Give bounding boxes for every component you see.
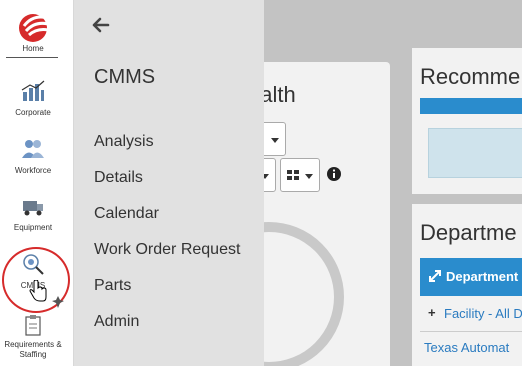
menu-item-admin[interactable]: Admin xyxy=(94,310,240,346)
truck-icon xyxy=(23,201,43,216)
table-header-label: Department xyxy=(446,269,519,284)
cmms-flyout-menu: CMMS Analysis Details Calendar Work Orde… xyxy=(74,0,264,366)
rail-item-label: Requirements & Staffing xyxy=(4,340,62,359)
recommendations-header-bar xyxy=(420,98,522,114)
health-card: ealth w xyxy=(264,62,390,366)
rail-item-label: Corporate xyxy=(15,108,51,117)
back-arrow-icon[interactable] xyxy=(92,16,110,34)
view-dropdown[interactable]: w xyxy=(264,122,286,156)
expand-icon[interactable] xyxy=(428,269,442,283)
main-content-overlay: ealth w Recomme Departme xyxy=(264,0,522,366)
plus-icon[interactable]: + xyxy=(428,305,436,320)
caret-down-icon xyxy=(271,138,279,143)
menu-item-calendar[interactable]: Calendar xyxy=(94,202,240,238)
row-link-facility[interactable]: Facility - All D xyxy=(444,306,522,321)
pin-icon[interactable] xyxy=(52,296,64,308)
people-icon xyxy=(22,140,44,158)
health-card-title: ealth xyxy=(264,82,296,107)
row-link-texas[interactable]: Texas Automat xyxy=(420,340,522,355)
caret-down-icon xyxy=(305,174,313,179)
home-divider xyxy=(6,57,58,58)
donut-chart-ring xyxy=(264,222,344,366)
rail-item-label: Workforce xyxy=(14,166,52,175)
icon-rail: Home Corporate Workforce Equipment CMMS … xyxy=(0,0,74,366)
rail-item-requirements-staffing[interactable]: Requirements & Staffing xyxy=(0,314,66,360)
recommendations-title: Recomme xyxy=(420,64,521,89)
clipboard-icon xyxy=(25,315,41,336)
rail-item-equipment[interactable]: Equipment xyxy=(0,195,66,233)
home-label: Home xyxy=(22,44,44,53)
menu-item-analysis[interactable]: Analysis xyxy=(94,130,240,166)
bar-chart-icon xyxy=(21,80,45,101)
menu-item-details[interactable]: Details xyxy=(94,166,240,202)
info-icon[interactable] xyxy=(326,166,342,182)
table-row[interactable]: + Facility - All D xyxy=(420,296,522,332)
departments-card: Departme Department + Facility - All D T… xyxy=(412,204,522,366)
grid-layout-dropdown[interactable] xyxy=(280,158,320,192)
rail-item-corporate[interactable]: Corporate xyxy=(0,80,66,118)
menu-item-work-order-request[interactable]: Work Order Request xyxy=(94,238,240,274)
menu-item-parts[interactable]: Parts xyxy=(94,274,240,310)
caret-down-icon xyxy=(264,174,269,179)
recommendations-info-box xyxy=(428,128,522,178)
rail-item-label: Equipment xyxy=(13,223,53,232)
departments-title: Departme xyxy=(420,220,517,245)
filter-dropdown[interactable] xyxy=(264,158,276,192)
flyout-title: CMMS xyxy=(94,66,156,88)
departments-table-header[interactable]: Department xyxy=(420,258,522,296)
recommendations-card: Recomme xyxy=(412,48,522,194)
grid-icon xyxy=(287,170,299,180)
hand-cursor-icon xyxy=(29,280,47,302)
flyout-menu-list: Analysis Details Calendar Work Order Req… xyxy=(94,130,240,346)
rail-item-workforce[interactable]: Workforce xyxy=(0,138,66,176)
home-button[interactable]: Home xyxy=(8,6,58,56)
home-logo-icon xyxy=(19,14,49,42)
